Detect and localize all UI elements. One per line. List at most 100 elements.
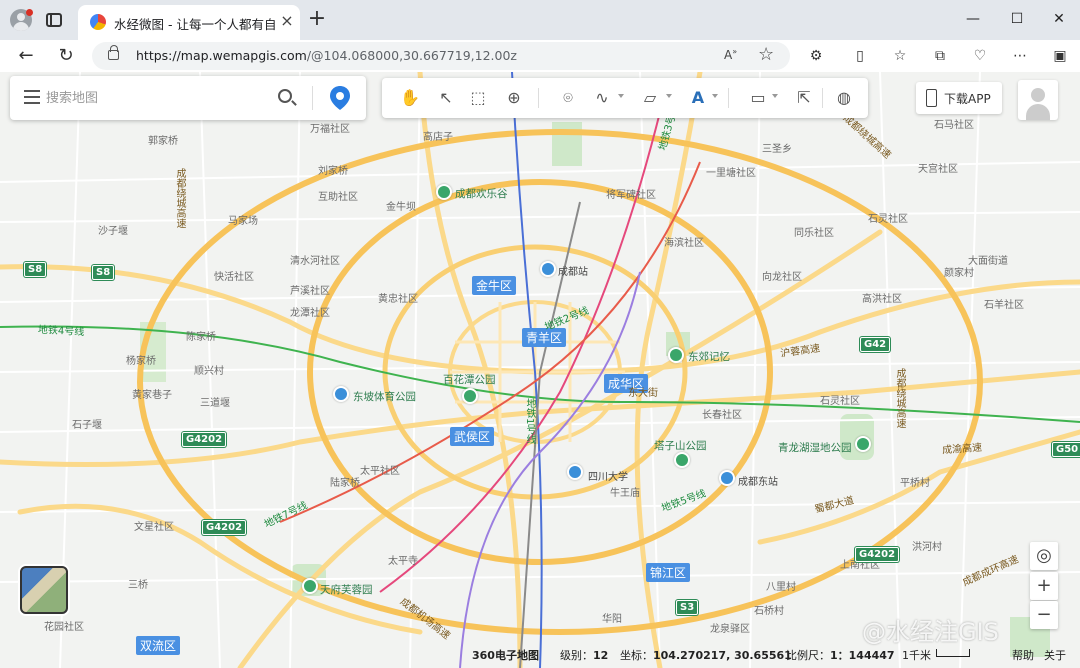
lock-icon[interactable]: [108, 45, 119, 60]
highway-shield: G50: [1052, 442, 1080, 457]
place-label: 大面街道: [968, 256, 1008, 267]
poi-label[interactable]: 青龙湖湿地公园: [778, 440, 852, 455]
locate-me-button[interactable]: ◎: [1030, 542, 1058, 570]
road-label: 成都绕城高速: [174, 168, 185, 228]
address-bar[interactable]: https://map.wemapgis.com/@104.068000,30.…: [92, 42, 790, 70]
tab-actions-icon[interactable]: [46, 13, 62, 27]
place-label: 文星社区: [134, 522, 174, 533]
search-icon[interactable]: [278, 89, 292, 103]
text-tool-icon[interactable]: A: [686, 86, 710, 110]
measure-ruler-icon[interactable]: ▭: [746, 86, 770, 110]
poi-label[interactable]: 东郊记忆: [688, 349, 730, 364]
chevron-down-icon[interactable]: [666, 94, 672, 98]
browser-essentials-icon[interactable]: ♡: [970, 46, 990, 66]
station-poi-icon[interactable]: [540, 261, 556, 277]
select-arrow-icon[interactable]: ↖: [434, 86, 458, 110]
stadium-poi-icon[interactable]: [333, 386, 349, 402]
menu-icon[interactable]: [24, 90, 40, 104]
place-label: 石子堰: [72, 420, 102, 431]
station-poi-icon[interactable]: [719, 470, 735, 486]
polyline-icon[interactable]: ∿: [590, 86, 614, 110]
highway-shield: G4202: [182, 432, 227, 447]
basemap-switcher[interactable]: [20, 566, 68, 614]
poi-label[interactable]: 天府芙蓉园: [320, 582, 373, 597]
extensions-icon[interactable]: ⚙: [806, 46, 826, 66]
url-text[interactable]: https://map.wemapgis.com/@104.068000,30.…: [136, 48, 517, 63]
tab-close-button[interactable]: ×: [278, 11, 296, 31]
place-label: 杨家桥: [126, 356, 156, 367]
place-label: 顺兴村: [194, 366, 224, 377]
place-label: 龙泉驿区: [710, 624, 750, 635]
back-button[interactable]: ←: [14, 44, 38, 68]
favorite-star-icon[interactable]: ☆: [758, 44, 774, 65]
minimize-button[interactable]: —: [958, 9, 988, 29]
globe-icon[interactable]: ◍: [832, 86, 856, 110]
about-link[interactable]: 关于: [1044, 647, 1066, 663]
road-label: 成渝高速: [941, 442, 983, 457]
park-poi-icon[interactable]: [668, 347, 684, 363]
map-pin-icon[interactable]: [328, 85, 352, 111]
park-poi-icon[interactable]: [436, 184, 452, 200]
tab-active[interactable]: 水经微图 - 让每一个人都有自己的 ×: [78, 5, 300, 40]
pan-hand-icon[interactable]: ✋: [398, 86, 422, 110]
polygon-icon[interactable]: ▱: [638, 86, 662, 110]
close-window-button[interactable]: ✕: [1044, 9, 1074, 29]
help-link[interactable]: 帮助: [1012, 647, 1034, 663]
park-poi-icon[interactable]: [302, 578, 318, 594]
more-menu-icon[interactable]: ⋯: [1010, 46, 1030, 66]
chevron-down-icon[interactable]: [618, 94, 624, 98]
university-poi-icon[interactable]: [567, 464, 583, 480]
poi-label[interactable]: 成都欢乐谷: [455, 186, 508, 201]
highway-shield: G42: [860, 337, 891, 352]
poi-label[interactable]: 百花潭公园: [443, 372, 496, 387]
zoom-box-icon[interactable]: ⊕: [502, 86, 526, 110]
place-label: 郭家桥: [148, 136, 178, 147]
download-app-button[interactable]: 下载APP: [916, 82, 1002, 114]
zoom-level: 级别：12: [560, 649, 609, 662]
chevron-down-icon[interactable]: [712, 94, 718, 98]
place-label: 高店子: [423, 132, 453, 143]
collections-icon[interactable]: ⧉: [930, 46, 950, 66]
new-tab-button[interactable]: +: [306, 8, 328, 32]
district-label[interactable]: 武侯区: [450, 427, 495, 446]
drawing-toolbar: ✋ ↖ ⬚ ⊕ ⌾ ∿ ▱ A ▭ ⇱ ◍: [382, 78, 868, 118]
highway-shield: S8: [92, 265, 115, 280]
park-poi-icon[interactable]: [674, 452, 690, 468]
zoom-out-button[interactable]: −: [1030, 601, 1058, 629]
district-label[interactable]: 金牛区: [472, 276, 517, 295]
identify-cursor-icon[interactable]: ⇱: [792, 86, 816, 110]
place-label: 华阳: [602, 614, 622, 625]
scale-bar: [936, 649, 970, 657]
place-label: 将军碑社区: [606, 190, 656, 201]
district-label[interactable]: 青羊区: [522, 328, 567, 347]
search-input[interactable]: [46, 86, 266, 110]
split-screen-icon[interactable]: ▯: [850, 46, 870, 66]
district-label[interactable]: 锦江区: [646, 563, 691, 582]
scale-distance: 1千米: [902, 649, 931, 662]
read-aloud-icon[interactable]: A»: [724, 47, 737, 62]
reload-button[interactable]: ↻: [54, 44, 78, 68]
poi-label[interactable]: 成都站: [558, 263, 588, 278]
poi-label[interactable]: 成都东站: [738, 473, 778, 488]
site-favicon-icon: [90, 14, 106, 30]
box-select-icon[interactable]: ⬚: [466, 86, 490, 110]
marker-icon[interactable]: ⌾: [556, 86, 580, 110]
place-label: 颜家村: [944, 268, 974, 279]
place-label: 石马社区: [934, 120, 974, 131]
poi-label[interactable]: 塔子山公园: [654, 438, 707, 453]
road-label: 东大街: [628, 388, 658, 399]
zoom-in-button[interactable]: +: [1030, 572, 1058, 600]
metro-label: 地铁1号线: [524, 398, 535, 445]
poi-label[interactable]: 四川大学: [588, 468, 628, 483]
maximize-button[interactable]: ☐: [1002, 9, 1032, 29]
chevron-down-icon[interactable]: [772, 94, 778, 98]
user-avatar[interactable]: [1018, 80, 1058, 120]
park-poi-icon[interactable]: [855, 436, 871, 452]
place-label: 陈家桥: [186, 332, 216, 343]
park-poi-icon[interactable]: [462, 388, 478, 404]
sidebar-toggle-icon[interactable]: ▣: [1050, 46, 1070, 66]
map-canvas[interactable]: 金牛区 青羊区 成华区 武侯区 锦江区 双流区 成都欢乐谷 成都站 东郊记忆 百…: [0, 72, 1080, 668]
favorites-icon[interactable]: ☆: [890, 46, 910, 66]
poi-label[interactable]: 东坡体育公园: [353, 389, 416, 404]
map-scale: 比例尺：1：144447: [786, 649, 895, 662]
